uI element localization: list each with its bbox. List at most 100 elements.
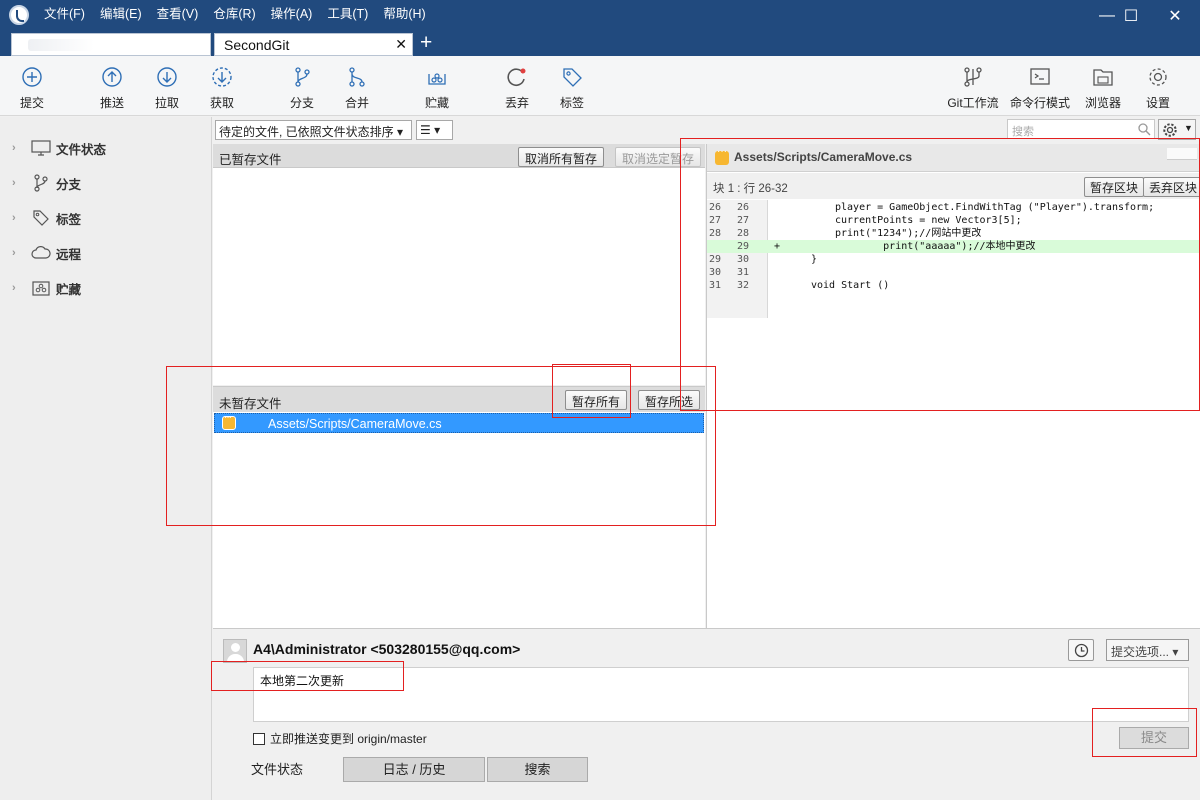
staged-files-list[interactable] <box>213 168 705 385</box>
diff-options-handle[interactable] <box>1167 148 1197 160</box>
search-input[interactable]: 搜索 <box>1007 119 1155 139</box>
diff-line: 29 30} <box>709 254 818 265</box>
sidebar-item-label: 标签 <box>56 212 82 227</box>
unstage-selected-button[interactable]: 取消选定暂存 <box>615 147 702 167</box>
stash-toolbar-button[interactable]: 贮藏 <box>407 64 467 112</box>
branch-icon <box>30 174 52 192</box>
view-mode-dropdown[interactable]: ☰ ▾ <box>416 120 453 140</box>
commit-author: A4\Administrator <503280155@qq.com> <box>253 641 521 657</box>
commit-button[interactable]: 提交 <box>1119 727 1189 749</box>
commit-toolbar-button[interactable]: 提交 <box>2 64 62 112</box>
tag-icon <box>563 68 582 87</box>
menu-view[interactable]: 查看(V) <box>157 3 199 22</box>
repo-tab-blurred[interactable] <box>11 33 211 56</box>
sidebar-item-label: 文件状态 <box>56 142 107 157</box>
sidebar-item-stashes[interactable]: › 贮藏 <box>12 277 81 299</box>
repo-tab-secondgit[interactable]: SecondGit ✕ <box>214 33 413 56</box>
file-name: Assets/Scripts/CameraMove.cs <box>268 417 442 431</box>
options-gear-dropdown[interactable]: ▼ <box>1158 119 1196 140</box>
menu-tools[interactable]: 工具(T) <box>327 3 368 22</box>
tab-file-status[interactable]: 文件状态 <box>213 757 341 782</box>
add-tab-button[interactable]: + <box>420 31 432 55</box>
diff-line: 27 27 currentPoints = new Vector3[5]; <box>709 215 1022 226</box>
search-placeholder: 搜索 <box>1012 126 1034 138</box>
commit-history-button[interactable] <box>1068 639 1094 661</box>
redacted-tab-name <box>28 39 94 51</box>
repo-tab-bar: SecondGit ✕ <box>0 31 1200 56</box>
diff-pane: Assets/Scripts/CameraMove.cs 块 1 : 行 26-… <box>706 144 1200 628</box>
chevron-right-icon[interactable]: › <box>12 142 22 154</box>
gear-icon <box>1149 68 1167 86</box>
close-window-button[interactable]: ✕ <box>1152 0 1198 31</box>
tab-log-history[interactable]: 日志 / 历史 <box>343 757 485 782</box>
sidebar-item-remotes[interactable]: › 远程 <box>12 242 81 264</box>
merge-toolbar-button[interactable]: 合并 <box>327 64 387 112</box>
diff-file-path: Assets/Scripts/CameraMove.cs <box>734 150 913 164</box>
stage-all-button[interactable]: 暂存所有 <box>565 390 628 410</box>
toolbar-label: 贮藏 <box>424 96 449 110</box>
modified-file-icon <box>715 146 729 165</box>
stage-hunk-button[interactable]: 暂存区块 <box>1084 177 1145 197</box>
checkbox-box[interactable] <box>253 732 265 745</box>
toolbar-label: 标签 <box>559 96 584 110</box>
sidebar-item-tags[interactable]: › 标签 <box>12 207 81 229</box>
diff-line: 30 31 <box>709 267 750 278</box>
stash-icon <box>30 279 52 297</box>
sidebar-item-label: 分支 <box>56 177 82 192</box>
git-flow-toolbar-button[interactable]: Git工作流 <box>943 64 1003 112</box>
settings-toolbar-button[interactable]: 设置 <box>1128 64 1188 112</box>
unstage-all-button[interactable]: 取消所有暂存 <box>518 147 605 167</box>
unstaged-files-list[interactable]: Assets/Scripts/CameraMove.cs <box>213 412 705 628</box>
menu-actions[interactable]: 操作(A) <box>271 3 313 22</box>
push-immediately-checkbox[interactable]: 立即推送变更到 origin/master <box>253 730 427 747</box>
tag-toolbar-button[interactable]: 标签 <box>542 64 602 112</box>
terminal-toolbar-button[interactable]: 命令行模式 <box>1010 64 1070 112</box>
diff-code[interactable]: 26 26 player = GameObject.FindWithTag ("Pl… <box>707 200 1200 318</box>
commit-panel: A4\Administrator <503280155@qq.com> 提交选项… <box>213 628 1200 757</box>
sidebar-item-file-status[interactable]: › 文件状态 <box>12 137 106 159</box>
diff-line: 26 26 player = GameObject.FindWithTag ("Pl… <box>709 202 1155 213</box>
sourcetree-logo-icon <box>9 5 29 25</box>
commit-options-dropdown[interactable]: 提交选项... ▾ <box>1106 639 1189 661</box>
menu-file[interactable]: 文件(F) <box>44 3 85 22</box>
commit-message-input[interactable]: 本地第二次更新 <box>253 667 1189 722</box>
gear-icon <box>1163 123 1177 137</box>
chevron-right-icon[interactable]: › <box>12 177 22 189</box>
maximize-button[interactable]: ☐ <box>1108 0 1154 31</box>
toolbar-label: 合并 <box>344 96 369 110</box>
diff-header: Assets/Scripts/CameraMove.cs <box>707 144 1200 172</box>
sort-dropdown[interactable]: 待定的文件, 已依照文件状态排序 ▾ <box>215 120 412 140</box>
menu-repository[interactable]: 仓库(R) <box>213 3 255 22</box>
stage-selected-button[interactable]: 暂存所选 <box>638 390 701 410</box>
git-flow-icon <box>964 67 982 87</box>
sidebar-item-branches[interactable]: › 分支 <box>12 172 81 194</box>
sidebar: › 文件状态 › 分支 › 标签 › 远程 › 贮藏 <box>0 117 212 800</box>
hunk-label: 块 1 : 行 26-32 <box>713 183 788 195</box>
unstaged-files-header: 未暂存文件 暂存所有 暂存所选 <box>213 386 705 412</box>
chevron-right-icon[interactable]: › <box>12 247 22 259</box>
staged-files-header: 已暂存文件 取消所有暂存 取消选定暂存 <box>213 144 705 168</box>
unstaged-files-title: 未暂存文件 <box>219 397 282 411</box>
monitor-icon <box>30 139 52 157</box>
tag-icon <box>30 209 52 227</box>
commit-icon <box>22 67 42 87</box>
terminal-icon <box>1030 68 1050 85</box>
file-row[interactable]: Assets/Scripts/CameraMove.cs <box>214 412 704 433</box>
diff-line: 31 32 void Start () <box>709 280 890 291</box>
push-icon <box>102 67 122 87</box>
hunk-header: 块 1 : 行 26-32 暂存区块 丢弃区块 <box>707 173 1200 199</box>
tab-close-icon[interactable]: ✕ <box>395 36 407 53</box>
toolbar-label: 设置 <box>1145 96 1170 110</box>
fetch-icon <box>212 67 232 87</box>
chevron-right-icon[interactable]: › <box>12 212 22 224</box>
discard-icon <box>507 68 526 86</box>
clock-icon <box>1074 643 1089 658</box>
tab-search[interactable]: 搜索 <box>487 757 588 782</box>
discard-hunk-button[interactable]: 丢弃区块 <box>1143 177 1200 197</box>
menu-help[interactable]: 帮助(H) <box>383 3 425 22</box>
cloud-icon <box>30 244 52 262</box>
menu-edit[interactable]: 编辑(E) <box>100 3 142 22</box>
repo-tab-label: SecondGit <box>224 37 290 53</box>
chevron-right-icon[interactable]: › <box>12 282 22 294</box>
fetch-toolbar-button[interactable]: 获取 <box>192 64 252 112</box>
